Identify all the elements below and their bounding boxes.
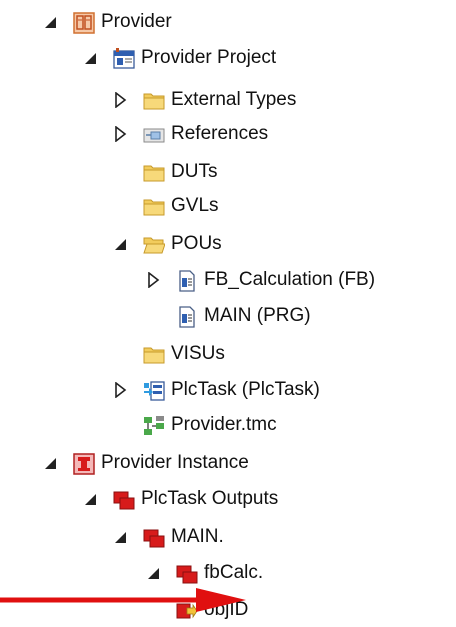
collapse-arrow-icon[interactable] bbox=[42, 455, 58, 471]
tree-node-label: Provider bbox=[101, 11, 172, 32]
tree-node-label: Provider.tmc bbox=[171, 414, 277, 435]
references-icon bbox=[143, 124, 165, 146]
outputs-icon bbox=[143, 527, 165, 549]
expand-arrow-icon[interactable] bbox=[112, 382, 128, 398]
pou-document-icon bbox=[176, 306, 198, 328]
pou-document-icon bbox=[176, 270, 198, 292]
tree-node[interactable]: Provider.tmc bbox=[0, 408, 456, 442]
collapse-arrow-icon[interactable] bbox=[42, 14, 58, 30]
tree-node[interactable]: POUs bbox=[0, 227, 456, 261]
expand-arrow-icon[interactable] bbox=[112, 126, 128, 142]
tree-node-label: MAIN. bbox=[171, 526, 224, 547]
folder-icon bbox=[143, 196, 165, 218]
plc-project-icon bbox=[73, 12, 95, 34]
tree-node-label: POUs bbox=[171, 233, 222, 254]
tree-node[interactable]: FB_Calculation (FB) bbox=[0, 263, 456, 297]
tree-node[interactable]: PlcTask (PlcTask) bbox=[0, 373, 456, 407]
folder-icon bbox=[143, 344, 165, 366]
task-icon bbox=[143, 380, 165, 402]
tree-node[interactable]: PlcTask Outputs bbox=[0, 482, 456, 516]
plc-instance-icon bbox=[73, 453, 95, 475]
collapse-arrow-icon[interactable] bbox=[112, 236, 128, 252]
tree-node[interactable]: MAIN (PRG) bbox=[0, 299, 456, 333]
tree-node[interactable]: References bbox=[0, 117, 456, 151]
tree-node[interactable]: fbCalc. bbox=[0, 556, 456, 590]
expand-arrow-icon[interactable] bbox=[145, 272, 161, 288]
tree-node-label: VISUs bbox=[171, 343, 225, 364]
tree-node[interactable]: GVLs bbox=[0, 189, 456, 223]
outputs-icon bbox=[113, 489, 135, 511]
collapse-arrow-icon[interactable] bbox=[112, 529, 128, 545]
tree-node[interactable]: VISUs bbox=[0, 337, 456, 371]
collapse-arrow-icon[interactable] bbox=[145, 565, 161, 581]
outputs-icon bbox=[176, 563, 198, 585]
folder-icon bbox=[143, 90, 165, 112]
red-arrow-annotation bbox=[0, 588, 246, 612]
tree-node-label: FB_Calculation (FB) bbox=[204, 269, 376, 290]
tree-node-label: GVLs bbox=[171, 195, 219, 216]
tree-node-label: MAIN (PRG) bbox=[204, 305, 311, 326]
tmc-file-icon bbox=[143, 415, 165, 437]
tree-node-label: Provider Project bbox=[141, 47, 277, 68]
tree-node[interactable]: External Types bbox=[0, 83, 456, 117]
folder-icon bbox=[143, 162, 165, 184]
tree-node-label: References bbox=[171, 123, 269, 144]
tree-node[interactable]: Provider Instance bbox=[0, 446, 456, 480]
solution-tree: Provider Provider Project External Types… bbox=[0, 0, 456, 620]
tree-node-label: fbCalc. bbox=[204, 562, 264, 583]
folder-open-icon bbox=[143, 234, 165, 256]
expand-arrow-icon[interactable] bbox=[112, 92, 128, 108]
tree-node-label: Provider Instance bbox=[101, 452, 249, 473]
collapse-arrow-icon[interactable] bbox=[82, 50, 98, 66]
tree-node[interactable]: MAIN. bbox=[0, 520, 456, 554]
tree-node-label: DUTs bbox=[171, 161, 218, 182]
tree-node[interactable]: DUTs bbox=[0, 155, 456, 189]
tree-node[interactable]: Provider Project bbox=[0, 41, 456, 75]
plc-project-file-icon bbox=[113, 48, 135, 70]
collapse-arrow-icon[interactable] bbox=[82, 491, 98, 507]
tree-node-label: PlcTask Outputs bbox=[141, 488, 279, 509]
tree-node[interactable]: Provider bbox=[0, 5, 456, 39]
tree-node-label: PlcTask (PlcTask) bbox=[171, 379, 320, 400]
tree-node-label: External Types bbox=[171, 89, 297, 110]
